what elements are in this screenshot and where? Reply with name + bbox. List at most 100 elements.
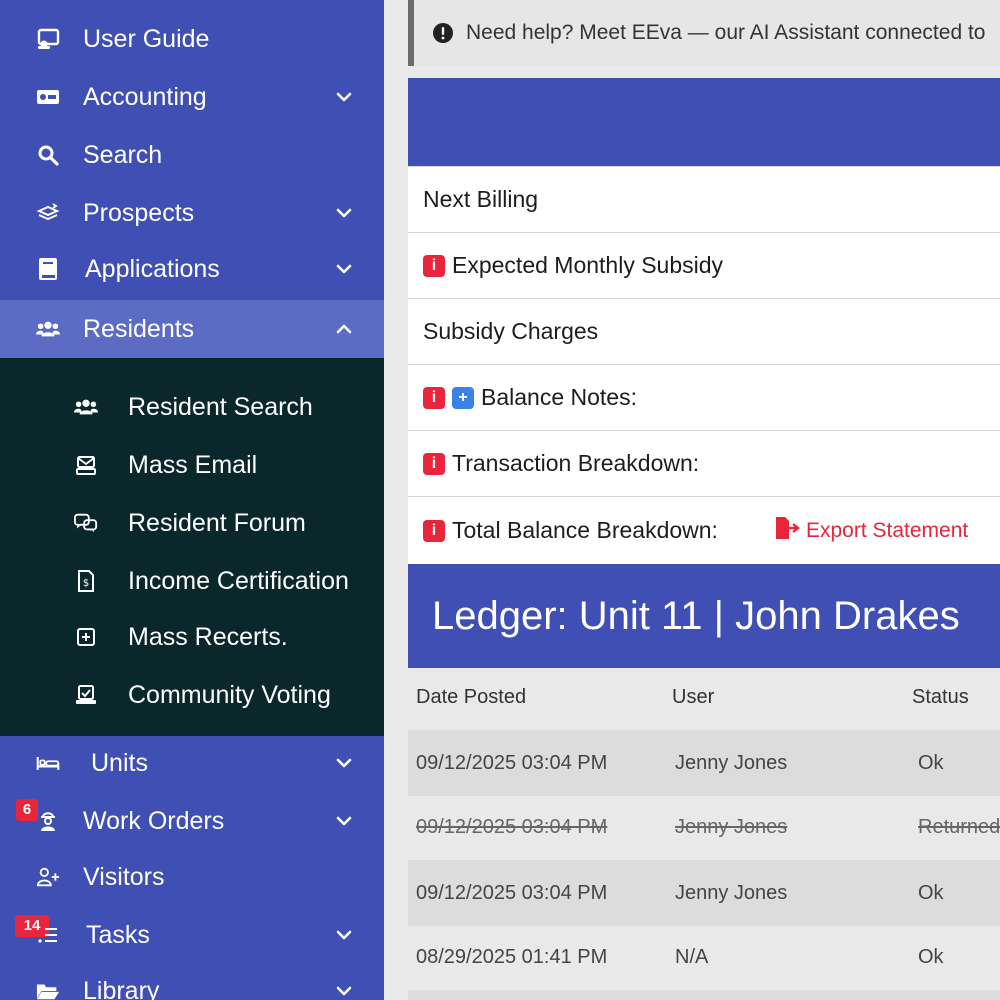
layers-icon	[36, 201, 60, 225]
users-icon	[36, 317, 60, 341]
submenu-item-mass-recerts[interactable]: Mass Recerts.	[0, 608, 384, 666]
date-posted-cell: 08/29/2025 01:41 PM	[416, 946, 608, 968]
submenu-item-income-certification[interactable]: $ Income Certification	[0, 552, 384, 610]
chevron-down-icon[interactable]	[334, 203, 354, 223]
table-row[interactable]: 08/29/2025 01:41 PM N/A Ok	[408, 926, 1000, 992]
sidebar-item-label: User Guide	[83, 24, 210, 53]
info-icon[interactable]: i	[423, 254, 445, 277]
sidebar-item-visitors[interactable]: Visitors	[0, 848, 384, 906]
worker-icon	[36, 809, 60, 833]
chevron-down-icon[interactable]	[334, 925, 354, 945]
subsidy-charges-label: Subsidy Charges	[423, 318, 599, 344]
submenu-item-label: Resident Forum	[128, 508, 306, 537]
sidebar-item-label: Units	[91, 748, 148, 777]
sidebar-item-prospects[interactable]: Prospects	[0, 184, 384, 242]
mail-stack-icon	[74, 453, 98, 477]
submenu-item-label: Mass Email	[128, 450, 258, 479]
submenu-item-mass-email[interactable]: Mass Email	[0, 436, 384, 494]
add-note-icon[interactable]: +	[452, 386, 474, 409]
task-list-icon	[36, 923, 60, 947]
sidebar-item-applications[interactable]: Applications	[0, 240, 384, 298]
exclamation-circle-icon	[432, 22, 454, 44]
export-statement-link[interactable]: Export Statement	[774, 516, 968, 545]
sidebar-item-accounting[interactable]: Accounting	[0, 68, 384, 126]
sidebar-item-label: Residents	[83, 314, 195, 343]
expected-monthly-subsidy-row: i Expected Monthly Subsidy	[408, 232, 1000, 298]
date-posted-cell: 09/12/2025 03:04 PM	[416, 752, 608, 774]
submenu-item-label: Resident Search	[128, 392, 313, 421]
status-cell: Ok	[918, 752, 944, 774]
sidebar-item-search[interactable]: Search	[0, 126, 384, 184]
sidebar-item-label: Accounting	[83, 82, 207, 111]
sidebar-item-label: Library	[83, 976, 160, 1000]
column-header-date-posted[interactable]: Date Posted	[416, 686, 526, 709]
ledger-header: Ledger: Unit 11 | John Drakes	[408, 564, 1000, 668]
sidebar: User Guide Accounting Search Prospects A…	[0, 0, 384, 1000]
next-billing-row: Next Billing	[408, 166, 1000, 232]
chevron-down-icon[interactable]	[334, 259, 354, 279]
submenu-item-label: Income Certification	[128, 566, 349, 595]
user-cell: Jenny Jones	[675, 752, 788, 774]
sidebar-item-residents[interactable]: Residents	[0, 300, 384, 358]
submenu-item-community-voting[interactable]: Community Voting	[0, 666, 384, 724]
submenu-item-label: Community Voting	[128, 680, 331, 709]
chevron-down-icon[interactable]	[334, 87, 354, 107]
user-plus-icon	[36, 865, 60, 889]
column-header-user[interactable]: User	[672, 686, 714, 709]
main-content: Need help? Meet EEva — our AI Assistant …	[384, 0, 1000, 1000]
table-row[interactable]	[408, 990, 1000, 1000]
status-cell: Ok	[918, 946, 944, 968]
sidebar-item-library[interactable]: Library	[0, 962, 384, 1000]
table-row[interactable]: 09/12/2025 03:04 PM Jenny Jones Ok	[408, 860, 1000, 926]
residents-submenu: Resident Search Mass Email Resident Foru…	[0, 358, 384, 736]
date-posted-cell: 09/12/2025 03:04 PM	[416, 816, 608, 838]
status-cell: Ok	[918, 882, 944, 904]
ledger-title: Ledger: Unit 11 | John Drakes	[432, 593, 960, 638]
work-orders-count-badge: 6	[16, 799, 38, 821]
sidebar-item-units[interactable]: Units	[0, 734, 384, 792]
chevron-down-icon[interactable]	[334, 811, 354, 831]
submenu-item-resident-forum[interactable]: Resident Forum	[0, 494, 384, 552]
column-header-status[interactable]: Status	[912, 686, 969, 709]
sidebar-item-label: Prospects	[83, 198, 195, 227]
transaction-breakdown-row: i Transaction Breakdown:	[408, 430, 1000, 496]
card-header	[408, 78, 1000, 166]
balance-notes-row: i + Balance Notes:	[408, 364, 1000, 430]
info-icon[interactable]: i	[423, 519, 445, 542]
sidebar-item-label: Work Orders	[83, 806, 225, 835]
plus-square-icon	[74, 625, 98, 649]
info-icon[interactable]: i	[423, 386, 445, 409]
sidebar-item-label: Visitors	[83, 862, 165, 891]
chevron-up-icon[interactable]	[334, 319, 354, 339]
svg-text:$: $	[83, 578, 89, 589]
help-banner-text: Need help? Meet EEva — our AI Assistant …	[466, 21, 986, 44]
book-icon	[36, 257, 60, 281]
users-icon	[74, 395, 98, 419]
table-row[interactable]: 09/12/2025 03:04 PM Jenny Jones Returned	[408, 796, 1000, 862]
info-icon[interactable]: i	[423, 452, 445, 475]
table-row[interactable]: 09/12/2025 03:04 PM Jenny Jones Ok	[408, 730, 1000, 796]
submenu-item-label: Mass Recerts.	[128, 622, 288, 651]
sidebar-item-work-orders[interactable]: 6 Work Orders	[0, 792, 384, 850]
help-banner[interactable]: Need help? Meet EEva — our AI Assistant …	[408, 0, 1000, 66]
sidebar-item-label: Search	[83, 140, 163, 169]
user-cell: Jenny Jones	[675, 816, 788, 838]
sidebar-item-user-guide[interactable]: User Guide	[0, 10, 384, 68]
chevron-down-icon[interactable]	[334, 753, 354, 773]
user-cell: N/A	[675, 946, 709, 968]
sidebar-item-tasks[interactable]: 14 Tasks	[0, 906, 384, 964]
expected-monthly-subsidy-label: Expected Monthly Subsidy	[452, 252, 724, 278]
file-dollar-icon: $	[74, 569, 98, 593]
total-balance-breakdown-row: i Total Balance Breakdown: Export Statem…	[408, 496, 1000, 564]
folder-open-icon	[36, 979, 60, 1000]
chevron-down-icon[interactable]	[334, 981, 354, 1000]
search-icon	[36, 143, 60, 167]
next-billing-label: Next Billing	[423, 186, 539, 212]
user-cell: Jenny Jones	[675, 882, 788, 904]
balance-notes-label: Balance Notes:	[481, 384, 637, 410]
money-bill-icon	[36, 85, 60, 109]
subsidy-charges-row: Subsidy Charges	[408, 298, 1000, 364]
comments-icon	[74, 511, 98, 535]
submenu-item-resident-search[interactable]: Resident Search	[0, 378, 384, 436]
sidebar-item-label: Tasks	[86, 920, 150, 949]
